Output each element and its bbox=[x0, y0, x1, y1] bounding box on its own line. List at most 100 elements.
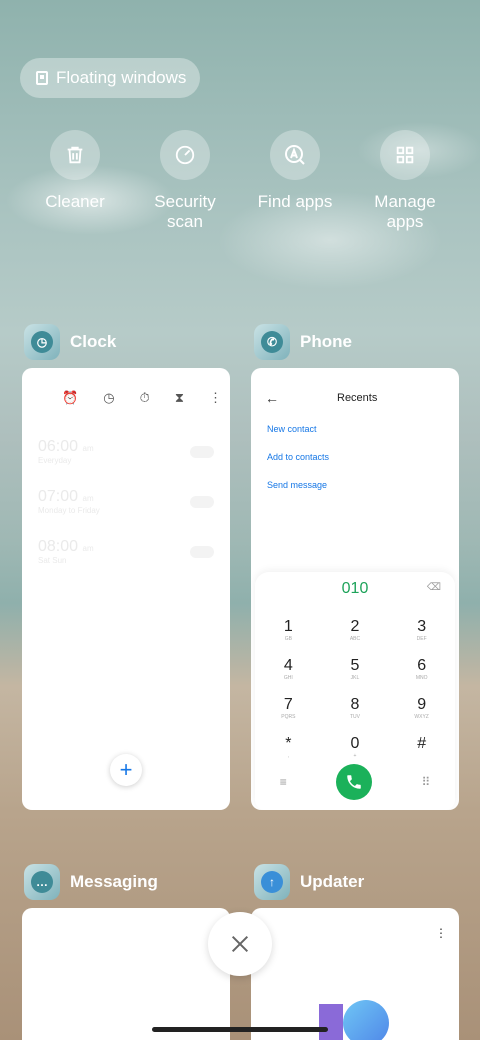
key-digit: 2 bbox=[350, 618, 360, 635]
alarm-time: 08:00 bbox=[38, 538, 79, 555]
key-letters: , bbox=[287, 753, 290, 759]
timer-tab-icon[interactable]: ⧗ bbox=[175, 390, 184, 406]
add-to-contacts-link[interactable]: Add to contacts bbox=[267, 452, 329, 462]
alarm-repeat: Sat Sun bbox=[38, 556, 67, 565]
key-letters: GB bbox=[284, 636, 292, 642]
clock-app-icon: ◷ bbox=[24, 324, 60, 360]
messaging-app-icon: … bbox=[24, 864, 60, 900]
dial-key[interactable]: 9 WXYZ bbox=[388, 696, 455, 729]
phone-app-card[interactable]: ← Recents New contact Add to contacts Se… bbox=[251, 368, 459, 810]
security-scan-button[interactable]: Security scan bbox=[130, 130, 240, 232]
miui-logo-circle bbox=[343, 1000, 389, 1040]
manage-apps-icon bbox=[380, 130, 430, 180]
dialpad: 010 ⌫ 1 GB 2 ABC 3 DEF 4 GHI 5 JKL 6 MNO 7 PQRS… bbox=[255, 572, 455, 810]
updater-app-card[interactable]: ⋮ bbox=[251, 908, 459, 1040]
alarm-tab-icon[interactable]: ⏰ bbox=[62, 390, 78, 406]
key-digit: * bbox=[285, 735, 292, 752]
alarm-repeat: Monday to Friday bbox=[38, 506, 100, 515]
call-button[interactable] bbox=[336, 764, 373, 800]
alarm-toggle[interactable] bbox=[190, 546, 214, 558]
key-letters: ABC bbox=[349, 636, 361, 642]
send-message-link[interactable]: Send message bbox=[267, 480, 327, 490]
more-icon[interactable]: ⋮ bbox=[435, 926, 447, 940]
dial-key[interactable]: 3 DEF bbox=[388, 618, 455, 651]
phone-icon bbox=[347, 775, 361, 789]
alarm-toggle[interactable] bbox=[190, 496, 214, 508]
manage-apps-button[interactable]: Manage apps bbox=[350, 130, 460, 232]
security-scan-label: Security scan bbox=[154, 192, 216, 231]
clock-app-card[interactable]: ⏰ ◷ ⏱ ⧗ ⋮ 06:00 am Everyday 07:00 am Mon… bbox=[22, 368, 230, 810]
close-icon bbox=[231, 935, 249, 953]
dial-key[interactable]: 7 PQRS bbox=[255, 696, 322, 729]
alarm-item[interactable]: 06:00 am Everyday bbox=[38, 438, 214, 465]
updater-app-name: Updater bbox=[300, 872, 365, 891]
phone-app-header: ✆ Phone bbox=[254, 324, 352, 360]
close-all-button[interactable] bbox=[208, 912, 272, 976]
key-digit: 8 bbox=[350, 696, 360, 713]
more-icon[interactable]: ⋮ bbox=[209, 390, 222, 406]
miui-logo-bar bbox=[319, 1004, 343, 1040]
alarm-repeat: Everyday bbox=[38, 456, 72, 465]
alarm-suffix: am bbox=[82, 544, 94, 553]
alarm-item[interactable]: 07:00 am Monday to Friday bbox=[38, 488, 214, 515]
floating-window-icon bbox=[36, 71, 48, 85]
dial-key[interactable]: 1 GB bbox=[255, 618, 322, 651]
key-digit: 5 bbox=[350, 657, 360, 674]
key-digit: 0 bbox=[350, 735, 360, 752]
clock-app-name: Clock bbox=[70, 332, 117, 351]
alarm-suffix: am bbox=[82, 444, 94, 453]
floating-windows-button[interactable]: Floating windows bbox=[20, 58, 200, 98]
menu-icon[interactable]: ≡ bbox=[280, 775, 287, 789]
key-letters: WXYZ bbox=[414, 714, 429, 720]
key-digit: 1 bbox=[283, 618, 293, 635]
phone-app-name: Phone bbox=[300, 332, 352, 351]
key-letters: + bbox=[353, 753, 357, 759]
new-contact-link[interactable]: New contact bbox=[267, 424, 317, 434]
dialpad-keys: 1 GB 2 ABC 3 DEF 4 GHI 5 JKL 6 MNO 7 PQRS 8 TUV … bbox=[255, 618, 455, 768]
key-letters: DEF bbox=[416, 636, 427, 642]
add-alarm-button[interactable]: + bbox=[110, 754, 142, 786]
updater-app-icon: ↑ bbox=[254, 864, 290, 900]
key-digit: 4 bbox=[283, 657, 293, 674]
clock-app-header: ◷ Clock bbox=[24, 324, 116, 360]
dial-key[interactable]: 8 TUV bbox=[322, 696, 389, 729]
key-digit: 3 bbox=[417, 618, 427, 635]
alarm-time: 06:00 bbox=[38, 438, 79, 455]
key-digit: 6 bbox=[417, 657, 427, 674]
home-indicator[interactable] bbox=[152, 1027, 328, 1032]
dialpad-toggle-icon[interactable]: ⠿ bbox=[421, 775, 430, 789]
key-digit: 9 bbox=[417, 696, 427, 713]
dial-key[interactable]: 2 ABC bbox=[322, 618, 389, 651]
world-clock-tab-icon[interactable]: ◷ bbox=[103, 390, 114, 406]
dial-key[interactable]: 6 MNO bbox=[388, 657, 455, 690]
updater-app-header: ↑ Updater bbox=[254, 864, 364, 900]
key-letters: JKL bbox=[350, 675, 360, 681]
stopwatch-tab-icon[interactable]: ⏱ bbox=[140, 390, 150, 406]
quick-actions: Cleaner Security scan Find apps Manage app… bbox=[20, 130, 460, 232]
key-letters: GHI bbox=[283, 675, 293, 681]
dial-key[interactable]: 4 GHI bbox=[255, 657, 322, 690]
messaging-app-name: Messaging bbox=[70, 872, 158, 891]
dialpad-bottom-bar: ≡ ⠿ bbox=[255, 764, 455, 800]
dialed-number: 010 bbox=[341, 580, 369, 597]
alarm-suffix: am bbox=[82, 494, 94, 503]
phone-title: Recents bbox=[337, 392, 378, 404]
phone-app-icon: ✆ bbox=[254, 324, 290, 360]
find-apps-label: Find apps bbox=[257, 192, 333, 211]
trash-icon bbox=[50, 130, 100, 180]
messaging-app-header: … Messaging bbox=[24, 864, 158, 900]
find-apps-button[interactable]: Find apps bbox=[240, 130, 350, 232]
phone-header: ← Recents bbox=[265, 390, 445, 406]
cleaner-label: Cleaner bbox=[45, 192, 105, 211]
alarm-toggle[interactable] bbox=[190, 446, 214, 458]
key-letters: MNO bbox=[415, 675, 428, 681]
security-scan-icon bbox=[160, 130, 210, 180]
floating-windows-label: Floating windows bbox=[56, 68, 187, 87]
alarm-item[interactable]: 08:00 am Sat Sun bbox=[38, 538, 214, 565]
dial-key[interactable]: 5 JKL bbox=[322, 657, 389, 690]
back-arrow-icon[interactable]: ← bbox=[265, 390, 279, 406]
cleaner-button[interactable]: Cleaner bbox=[20, 130, 130, 232]
key-letters: TUV bbox=[349, 714, 360, 720]
backspace-icon[interactable]: ⌫ bbox=[427, 582, 441, 593]
messaging-app-card[interactable] bbox=[22, 908, 230, 1040]
